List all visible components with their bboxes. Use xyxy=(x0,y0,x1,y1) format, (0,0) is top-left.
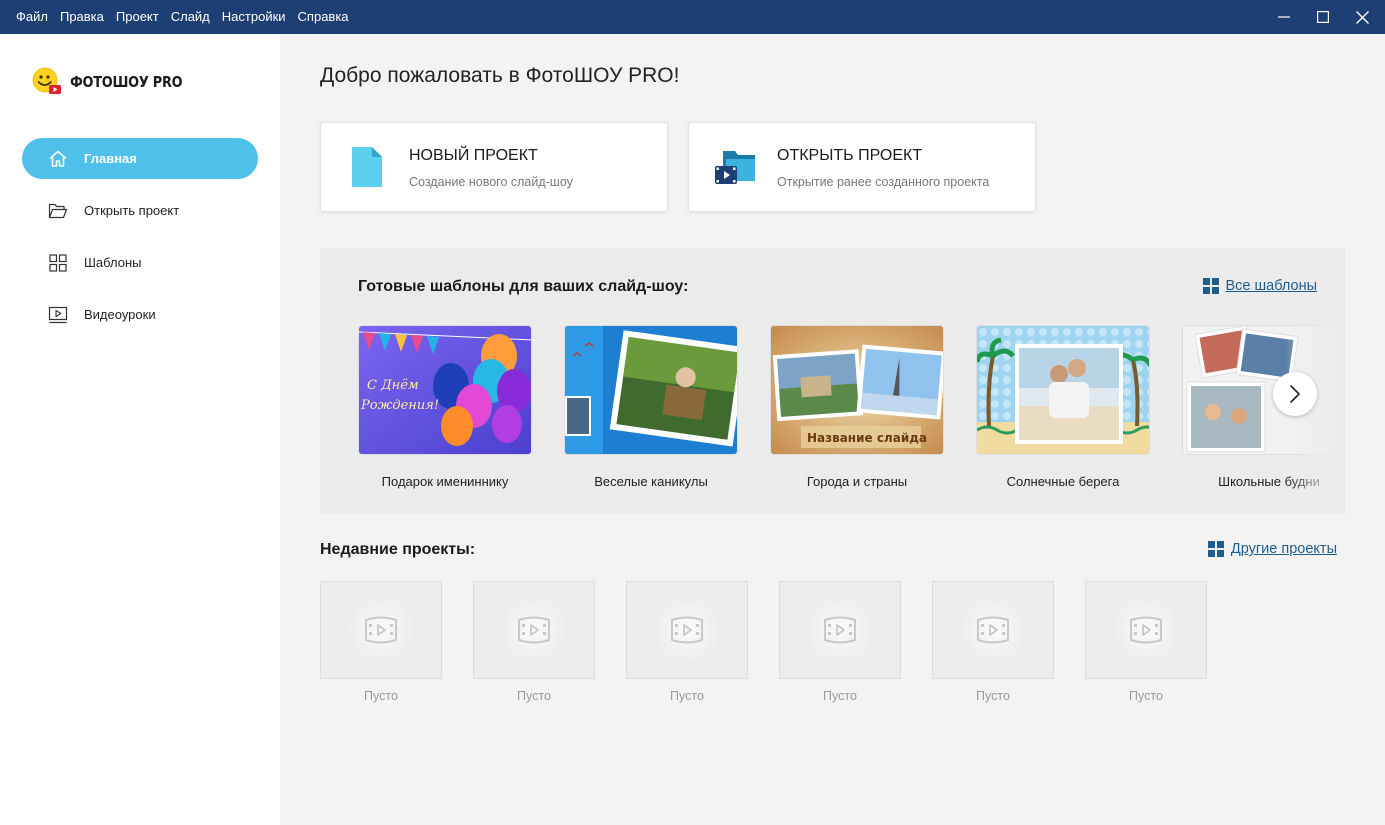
recent-project-slot[interactable]: Пусто xyxy=(932,581,1054,703)
sidebar-item-video-lessons[interactable]: Видеоуроки xyxy=(22,294,258,335)
templates-title: Готовые шаблоны для ваших слайд-шоу: xyxy=(358,278,689,295)
maximize-icon xyxy=(1317,11,1329,23)
recent-project-label: Пусто xyxy=(670,689,704,703)
minimize-icon xyxy=(1278,16,1290,18)
minimize-button[interactable] xyxy=(1267,0,1301,34)
new-project-card[interactable]: НОВЫЙ ПРОЕКТ Создание нового слайд-шоу xyxy=(320,122,668,212)
svg-text:Рождения!: Рождения! xyxy=(360,398,439,413)
template-label: Солнечные берега xyxy=(1006,474,1120,489)
sidebar-nav: Главная Открыть проект Шаблоны Видеоурок… xyxy=(22,138,258,346)
menu-help[interactable]: Справка xyxy=(292,0,355,34)
template-label: Города и страны xyxy=(806,474,908,489)
open-project-icon xyxy=(715,149,757,192)
sidebar: ФОТОШОУ PRO Главная Открыть проект Шабло… xyxy=(0,34,280,825)
menu-project[interactable]: Проект xyxy=(110,0,165,34)
menu-file[interactable]: Файл xyxy=(10,0,54,34)
slide-title-caption: Название слайда xyxy=(807,431,927,445)
menu-slide[interactable]: Слайд xyxy=(165,0,216,34)
smiley-logo-icon xyxy=(32,67,61,94)
recent-project-label: Пусто xyxy=(1129,689,1163,703)
menu-edit[interactable]: Правка xyxy=(54,0,110,34)
recent-project-thumbnail xyxy=(932,581,1054,679)
sidebar-item-label: Главная xyxy=(84,151,137,166)
sidebar-item-home[interactable]: Главная xyxy=(22,138,258,179)
new-project-subtitle: Создание нового слайд-шоу xyxy=(409,175,573,189)
empty-video-icon xyxy=(977,616,1009,644)
all-templates-link[interactable]: Все шаблоны xyxy=(1202,278,1317,294)
main-area: Добро пожаловать в ФотоШОУ PRO! НОВЫЙ ПР… xyxy=(280,34,1385,825)
menu-settings[interactable]: Настройки xyxy=(216,0,292,34)
home-icon xyxy=(48,149,68,169)
sidebar-item-label: Открыть проект xyxy=(84,203,180,218)
new-project-title: НОВЫЙ ПРОЕКТ xyxy=(409,147,538,164)
template-card[interactable]: С Днём Рождения! Подарок имениннику xyxy=(358,325,532,489)
all-templates-label: Все шаблоны xyxy=(1225,278,1317,294)
other-projects-link[interactable]: Другие проекты xyxy=(1207,541,1337,557)
chevron-right-icon xyxy=(1290,385,1300,403)
recent-project-thumbnail xyxy=(320,581,442,679)
sidebar-item-label: Шаблоны xyxy=(84,255,142,270)
recent-project-slot[interactable]: Пусто xyxy=(626,581,748,703)
template-label: Веселые каникулы xyxy=(594,474,708,489)
grid-icon xyxy=(48,253,68,273)
menu-items: Файл Правка Проект Слайд Настройки Справ… xyxy=(0,0,355,34)
folder-open-icon xyxy=(48,201,68,221)
grid-icon xyxy=(1207,541,1224,557)
empty-video-icon xyxy=(824,616,856,644)
sidebar-item-templates[interactable]: Шаблоны xyxy=(22,242,258,283)
menu-bar: Файл Правка Проект Слайд Настройки Справ… xyxy=(0,0,1385,34)
template-card[interactable]: Солнечные берега xyxy=(976,325,1150,489)
template-thumbnail xyxy=(976,325,1150,455)
empty-video-icon xyxy=(365,616,397,644)
recent-project-thumbnail xyxy=(473,581,595,679)
recent-project-slot[interactable]: Пусто xyxy=(1085,581,1207,703)
carousel-next-button[interactable] xyxy=(1273,372,1317,416)
empty-video-icon xyxy=(1130,616,1162,644)
recent-project-label: Пусто xyxy=(976,689,1010,703)
other-projects-label: Другие проекты xyxy=(1230,541,1337,557)
recent-project-label: Пусто xyxy=(823,689,857,703)
recent-project-thumbnail xyxy=(779,581,901,679)
new-file-icon xyxy=(349,145,385,194)
template-thumbnail: С Днём Рождения! xyxy=(358,325,532,455)
grid-icon xyxy=(1202,278,1219,294)
recent-project-thumbnail xyxy=(626,581,748,679)
logo-text: ФОТОШОУ PRO xyxy=(70,73,183,91)
templates-panel: Готовые шаблоны для ваших слайд-шоу: Все… xyxy=(320,248,1345,514)
template-thumbnail: Название слайда xyxy=(770,325,944,455)
recent-project-slot[interactable]: Пусто xyxy=(779,581,901,703)
recent-projects-title: Недавние проекты: xyxy=(320,541,476,558)
open-project-card[interactable]: ОТКРЫТЬ ПРОЕКТ Открытие ранее созданного… xyxy=(688,122,1036,212)
template-card[interactable]: Название слайда Города и страны xyxy=(770,325,944,489)
close-button[interactable] xyxy=(1345,0,1379,34)
recent-project-slot[interactable]: Пусто xyxy=(320,581,442,703)
template-thumbnail xyxy=(564,325,738,455)
close-icon xyxy=(1355,10,1369,24)
recent-project-thumbnail xyxy=(1085,581,1207,679)
maximize-button[interactable] xyxy=(1306,0,1340,34)
sidebar-item-label: Видеоуроки xyxy=(84,307,156,322)
window-controls xyxy=(1267,0,1385,34)
app-logo: ФОТОШОУ PRO xyxy=(32,67,201,97)
svg-text:С Днём: С Днём xyxy=(367,378,419,393)
video-lesson-icon xyxy=(48,305,68,325)
open-project-subtitle: Открытие ранее созданного проекта xyxy=(777,175,990,189)
template-card[interactable]: Веселые каникулы xyxy=(564,325,738,489)
recent-project-label: Пусто xyxy=(517,689,551,703)
page-title: Добро пожаловать в ФотоШОУ PRO! xyxy=(320,64,680,87)
empty-video-icon xyxy=(671,616,703,644)
recent-project-slot[interactable]: Пусто xyxy=(473,581,595,703)
sidebar-item-open-project[interactable]: Открыть проект xyxy=(22,190,258,231)
empty-video-icon xyxy=(518,616,550,644)
recent-project-label: Пусто xyxy=(364,689,398,703)
open-project-title: ОТКРЫТЬ ПРОЕКТ xyxy=(777,147,923,164)
template-label: Подарок имениннику xyxy=(381,474,509,489)
